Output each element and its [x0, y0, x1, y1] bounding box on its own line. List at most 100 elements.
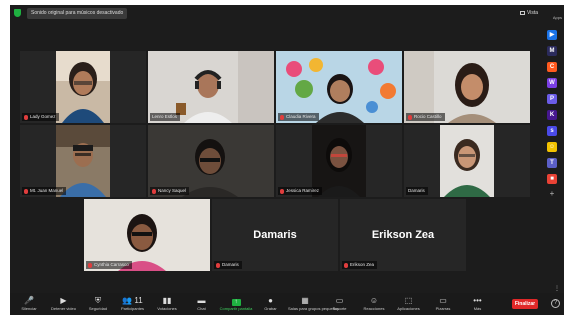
- mic-muted-icon: [216, 262, 220, 268]
- participant-name-tag: Mt. Juan Manuel: [22, 187, 67, 195]
- apps-button[interactable]: ⬚ Aplicaciones: [392, 295, 426, 312]
- participant-name-tag: Damaris: [406, 187, 428, 195]
- participant-video: [56, 51, 110, 123]
- polls-button[interactable]: ▮▮ Votaciones: [150, 295, 184, 312]
- color-app-icon[interactable]: ■: [547, 174, 557, 184]
- view-button[interactable]: Vista: [519, 9, 538, 17]
- participant-tile[interactable]: Nancy Saquel: [148, 125, 274, 197]
- record-icon: ●: [268, 296, 273, 305]
- polly-icon[interactable]: P: [547, 94, 557, 104]
- more-icon: •••: [473, 296, 482, 305]
- participant-name-tag: Erikson Zea: [342, 261, 378, 269]
- participant-name: Damaris: [408, 188, 425, 193]
- participant-name: Lenro Estlos: [152, 114, 178, 119]
- breakout-icon: ▦: [301, 296, 309, 305]
- reactions-button[interactable]: ☺ Reacciones: [357, 295, 391, 312]
- participant-tile-no-video[interactable]: Damaris Damaris: [212, 199, 338, 271]
- participant-tile-no-video[interactable]: Erikson Zea Erikson Zea: [340, 199, 466, 271]
- participant-name-tag: Rocio Castillo: [406, 113, 445, 121]
- participant-name: Mt. Juan Manuel: [30, 188, 64, 193]
- toolbar-label: Silenciar: [21, 306, 37, 311]
- cap-icon[interactable]: C: [547, 62, 557, 72]
- mic-muted-icon: [408, 114, 412, 120]
- zoom-apps-icon[interactable]: ▶: [547, 30, 557, 40]
- chat-icon: ▬: [197, 296, 206, 305]
- participants-icon: 👥 11: [122, 296, 143, 305]
- participants-button[interactable]: 👥 11 Participantes: [116, 295, 150, 312]
- toolbar-label: Seguridad: [88, 306, 108, 311]
- end-meeting-button[interactable]: Finalizar: [512, 299, 538, 309]
- shield-icon[interactable]: [14, 9, 21, 17]
- mic-muted-icon: [280, 188, 284, 194]
- participant-name-tag: Damaris: [214, 261, 242, 269]
- mic-muted-icon: [280, 114, 284, 120]
- participant-tile[interactable]: Damaris: [404, 125, 530, 197]
- mic-button[interactable]: 🎤 Silenciar: [12, 295, 46, 312]
- participant-name: Claudia Rivera: [286, 114, 316, 119]
- share-glyph: ↑: [231, 299, 241, 306]
- participant-display-name: Erikson Zea: [371, 229, 435, 241]
- mic-muted-icon: [24, 114, 28, 120]
- toolbar-label: Pizarras: [435, 306, 451, 311]
- participant-name-tag: Lenro Estlos: [150, 113, 181, 121]
- workflow-icon[interactable]: W: [547, 78, 557, 88]
- support-button[interactable]: ▭ Soporte: [323, 295, 357, 312]
- support-icon: ▭: [335, 296, 344, 305]
- breakout-button[interactable]: ▦ Salas para grupos pequeños: [288, 295, 339, 312]
- audio-notice: Sonido original para músicos desactivado: [27, 8, 128, 19]
- participant-tile-active-speaker[interactable]: Lenro Estlos: [148, 51, 274, 123]
- toolbar-label: Detener video: [51, 306, 76, 311]
- participant-name-tag: Nancy Saquel: [150, 187, 190, 195]
- top-bar: Sonido original para músicos desactivado…: [10, 5, 564, 21]
- toolbar-label: Chat: [197, 306, 206, 311]
- grid-icon: [519, 10, 525, 15]
- participant-display-name: Damaris: [253, 229, 297, 241]
- share-screen-icon: ↑: [219, 295, 253, 306]
- share-screen-button[interactable]: ↑ Compartir pantalla: [219, 295, 253, 312]
- mic-muted-icon: [88, 262, 92, 268]
- whiteboards-icon: ▭: [439, 296, 447, 305]
- view-label: Vista: [526, 10, 538, 16]
- teams-app-icon[interactable]: T: [547, 158, 557, 168]
- participant-name: Erikson Zea: [350, 262, 375, 267]
- participant-tile[interactable]: Cynthia Carrasco: [84, 199, 210, 271]
- participant-name: Jessica Ramirez: [286, 188, 320, 193]
- participant-tile[interactable]: Jessica Ramirez: [276, 125, 402, 197]
- polls-icon: ▮▮: [162, 296, 172, 305]
- toolbar-label: Compartir pantalla: [219, 306, 253, 311]
- apps-icon: ⬚: [404, 296, 413, 305]
- participant-name-tag: Cynthia Carrasco: [86, 261, 132, 269]
- toolbar-label: Grabar: [264, 306, 277, 311]
- chat-button[interactable]: ▬ Chat: [185, 295, 219, 312]
- kahoot-icon[interactable]: K: [547, 110, 557, 120]
- mic-muted-icon: [344, 262, 348, 268]
- participant-tile[interactable]: Lady Gomez: [20, 51, 146, 123]
- security-icon: ⛨: [95, 296, 101, 305]
- record-button[interactable]: ● Grabar: [254, 295, 288, 312]
- help-icon[interactable]: ?: [551, 299, 560, 308]
- toolbar-label: Soporte: [332, 306, 347, 311]
- miro-icon[interactable]: M: [547, 46, 557, 56]
- apps-sidebar: ▶ M C W P Ks ☺ T ■ +: [545, 30, 559, 198]
- security-button[interactable]: ⛨ Seguridad: [81, 295, 115, 312]
- reactions-icon: ☺: [369, 296, 379, 305]
- add-app-icon[interactable]: +: [545, 190, 559, 198]
- whiteboards-button[interactable]: ▭ Pizarras: [426, 295, 460, 312]
- slack-icon[interactable]: s: [547, 126, 557, 136]
- participant-name-tag: Lady Gomez: [22, 113, 59, 121]
- participant-tile[interactable]: Rocio Castillo: [404, 51, 530, 123]
- participant-name: Rocio Castillo: [414, 114, 442, 119]
- participant-tile[interactable]: Claudia Rivera: [276, 51, 402, 123]
- video-button[interactable]: ▶ Detener video: [47, 295, 81, 312]
- mic-muted-icon: [24, 188, 28, 194]
- emoji-app-icon[interactable]: ☺: [547, 142, 557, 152]
- participant-tile[interactable]: Mt. Juan Manuel: [20, 125, 146, 197]
- toolbar-label: Reacciones: [363, 306, 385, 311]
- more-options-icon[interactable]: ⋮: [554, 285, 560, 292]
- more-button[interactable]: ••• Más: [461, 295, 495, 312]
- participant-name: Lady Gomez: [30, 114, 56, 119]
- participant-name: Cynthia Carrasco: [94, 262, 129, 267]
- video-icon: ▶: [60, 296, 67, 305]
- participant-video: [440, 125, 494, 197]
- toolbar-label: Votaciones: [157, 306, 177, 311]
